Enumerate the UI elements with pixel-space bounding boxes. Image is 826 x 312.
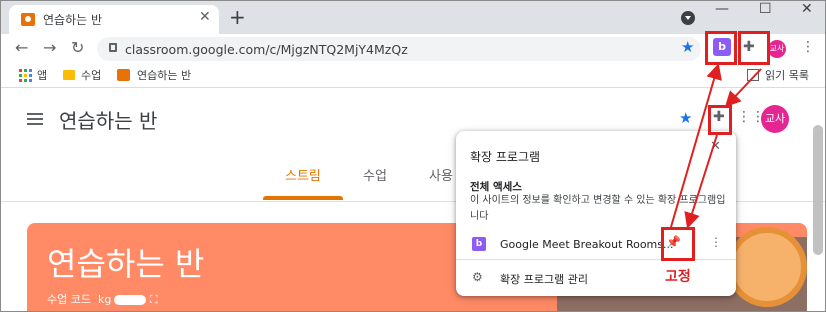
apps-grid-icon: [19, 69, 32, 82]
browser-tab[interactable]: 연습하는 반 ✕: [9, 5, 219, 34]
fullscreen-icon[interactable]: ⛶: [150, 293, 158, 306]
lock-icon: [109, 43, 117, 52]
tab-search-icon[interactable]: [681, 11, 695, 25]
class-code-label: 수업 코드: [47, 293, 91, 306]
address-bar[interactable]: classroom.google.com/c/MjgzNTQ2MjY4MzQz: [97, 37, 701, 61]
classroom-favicon-icon: [21, 13, 35, 26]
redacted-code: [114, 295, 147, 305]
reading-list-icon: [747, 69, 759, 81]
class-name-heading: 연습하는 반: [59, 109, 158, 133]
popup-close-icon[interactable]: ✕: [710, 139, 721, 154]
annotation-box-puzzle: [738, 31, 770, 65]
bookmark-apps[interactable]: 앱: [37, 67, 47, 83]
folder-icon: [63, 70, 75, 80]
manage-extensions-link[interactable]: 확장 프로그램 관리: [500, 271, 588, 287]
browser-toolbar: ← → ↻ classroom.google.com/c/MjgzNTQ2MjY…: [1, 34, 825, 64]
extension-more-icon[interactable]: ⋮: [710, 235, 722, 249]
tab-title: 연습하는 반: [43, 13, 103, 27]
minimize-button[interactable]: —: [715, 1, 729, 17]
active-tab-indicator: [263, 196, 343, 200]
bookmarks-bar: 앱 수업 연습하는 반 읽기 목록: [1, 64, 825, 88]
forward-icon[interactable]: →: [43, 38, 56, 57]
user-avatar[interactable]: 교사: [761, 105, 789, 133]
banner-disc-illustration: [727, 227, 807, 307]
class-code: 수업 코드 kg ⛶: [47, 291, 158, 307]
popup-title: 확장 프로그램: [470, 150, 541, 164]
reload-icon[interactable]: ↻: [71, 38, 84, 57]
url-text[interactable]: classroom.google.com/c/MjgzNTQ2MjY4MzQz: [125, 42, 408, 57]
extensions-popup: 확장 프로그램 ✕ 전체 액세스 이 사이트의 정보를 확인하고 변경할 수 있…: [456, 131, 736, 296]
tab-close-icon[interactable]: ✕: [199, 9, 211, 25]
browser-menu-icon[interactable]: ⋮: [801, 39, 815, 55]
new-tab-button[interactable]: +: [229, 5, 246, 29]
maximize-button[interactable]: ☐: [759, 1, 772, 17]
back-icon[interactable]: ←: [15, 38, 28, 57]
profile-avatar[interactable]: 교사: [768, 40, 786, 58]
window-close-button[interactable]: ✕: [801, 1, 813, 17]
extension-name[interactable]: Google Meet Breakout Rooms...: [500, 238, 674, 251]
bookmark-star-icon[interactable]: ★: [681, 38, 694, 56]
page-scrollbar[interactable]: [813, 125, 823, 255]
bookmark-class[interactable]: 연습하는 반: [137, 67, 191, 83]
annotation-box-puzzle-page: [708, 105, 732, 135]
tab-stream[interactable]: 스트림: [285, 165, 321, 184]
tab-strip: 연습하는 반 ✕ + — ☐ ✕: [1, 1, 825, 34]
reading-list[interactable]: 읽기 목록: [765, 67, 809, 83]
popup-description: 이 사이트의 정보를 확인하고 변경할 수 있는 확장 프로그램입니다: [470, 195, 726, 222]
tab-people[interactable]: 사용: [429, 165, 453, 184]
browser-window: 연습하는 반 ✕ + — ☐ ✕ ← → ↻ classroom.google.…: [0, 0, 826, 312]
hamburger-menu-icon[interactable]: [27, 113, 43, 128]
tab-classwork[interactable]: 수업: [363, 165, 387, 184]
breakout-rooms-icon: b: [472, 237, 486, 251]
annotation-box-extension: [705, 31, 737, 65]
banner-title: 연습하는 반: [47, 245, 205, 283]
classroom-bookmark-icon: [117, 69, 130, 81]
annotation-box-pin: [661, 227, 695, 261]
popup-section-heading: 전체 액세스: [470, 181, 522, 193]
annotation-pin-label: 고정: [665, 269, 691, 285]
gear-icon: ⚙: [472, 270, 483, 284]
bookmark-folder[interactable]: 수업: [81, 67, 101, 83]
bookmark-star-icon-page[interactable]: ★: [679, 109, 692, 127]
class-code-value: kg: [97, 293, 112, 306]
